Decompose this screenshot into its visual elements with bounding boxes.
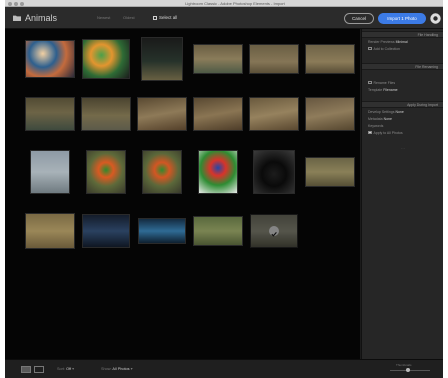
- checkmark-icon: [269, 226, 279, 237]
- photo-thumbnail[interactable]: [82, 39, 130, 79]
- template-row[interactable]: Template Filename: [368, 87, 398, 93]
- photo-cell[interactable]: [191, 92, 245, 136]
- show-control[interactable]: Show: All Photos ▾: [101, 366, 133, 373]
- panel-resize-handle[interactable]: ⋯: [398, 147, 408, 151]
- photo-cell[interactable]: [135, 209, 189, 253]
- photo-cell[interactable]: [247, 209, 301, 253]
- sort-newest-option[interactable]: Newest: [97, 13, 110, 23]
- add-to-collection-row[interactable]: Add to Collection: [368, 46, 400, 52]
- sort-control[interactable]: Sort: Off ▾: [57, 366, 74, 373]
- import-options-panel: File Handling Render Previews Minimal Ad…: [361, 29, 443, 359]
- photo-thumbnail[interactable]: [193, 97, 243, 131]
- photo-cell[interactable]: [303, 37, 357, 81]
- photo-thumbnail[interactable]: [25, 97, 75, 131]
- develop-settings-row[interactable]: Develop Settings None: [368, 109, 404, 115]
- photo-thumbnail[interactable]: [305, 97, 355, 131]
- slider-knob[interactable]: [406, 368, 411, 372]
- import-header: Animals Newest Oldest Select all Cancel …: [5, 7, 443, 29]
- photo-cell[interactable]: [135, 37, 189, 81]
- chevron-down-icon: ▾: [72, 367, 75, 371]
- folder-icon: [13, 15, 21, 21]
- file-renaming-section-header[interactable]: File Renaming: [362, 63, 443, 70]
- photo-thumbnail[interactable]: [82, 214, 130, 248]
- photo-cell[interactable]: [247, 37, 301, 81]
- photo-thumbnail[interactable]: [81, 97, 131, 131]
- photo-thumbnail[interactable]: [305, 157, 355, 187]
- photo-thumbnail[interactable]: [86, 150, 126, 194]
- photo-thumbnail[interactable]: [250, 214, 298, 248]
- photo-cell[interactable]: [23, 150, 77, 194]
- file-handling-section-header[interactable]: File Handling: [362, 31, 443, 38]
- photo-cell[interactable]: [191, 37, 245, 81]
- close-window-icon[interactable]: [8, 2, 12, 6]
- rename-files-row[interactable]: Rename Files: [368, 80, 395, 86]
- photo-thumbnail[interactable]: [25, 213, 75, 249]
- import-footer: Sort: Off ▾ Show: All Photos ▾ Thumbnail…: [5, 359, 443, 378]
- window-title: Lightroom Classic - Adobe Photoshop Elem…: [185, 1, 285, 6]
- apply-all-row[interactable]: Apply to All Photos: [368, 130, 403, 136]
- photo-cell[interactable]: [23, 92, 77, 136]
- select-all-label: Select all: [159, 15, 178, 20]
- metadata-row[interactable]: Metadata None: [368, 116, 392, 122]
- photo-grid: [5, 29, 360, 359]
- minimize-window-icon[interactable]: [14, 2, 18, 6]
- photo-thumbnail[interactable]: [305, 44, 355, 74]
- photo-cell[interactable]: [79, 92, 133, 136]
- photo-cell[interactable]: [247, 150, 301, 194]
- photo-cell[interactable]: [23, 37, 77, 81]
- title-bar: Lightroom Classic - Adobe Photoshop Elem…: [5, 0, 443, 7]
- photo-thumbnail[interactable]: [253, 150, 295, 194]
- photo-thumbnail[interactable]: [249, 97, 299, 131]
- photo-cell[interactable]: [23, 209, 77, 253]
- cancel-button[interactable]: Cancel: [344, 13, 374, 24]
- render-previews-row[interactable]: Render Previews Minimal: [368, 39, 408, 45]
- photo-thumbnail[interactable]: [30, 150, 70, 194]
- photo-thumbnail[interactable]: [137, 97, 187, 131]
- photo-thumbnail[interactable]: [138, 218, 186, 244]
- checkbox-icon: [368, 46, 372, 51]
- checkbox-icon: [368, 130, 372, 135]
- apply-during-import-section-header[interactable]: Apply During Import: [362, 101, 443, 108]
- photo-thumbnail[interactable]: [142, 150, 182, 194]
- checkbox-icon: [153, 15, 157, 20]
- thumbnails-label: Thumbnails: [396, 363, 412, 367]
- photo-thumbnail[interactable]: [198, 150, 238, 194]
- photo-thumbnail[interactable]: [25, 40, 75, 78]
- photo-thumbnail[interactable]: [249, 44, 299, 74]
- grid-view-icon[interactable]: [21, 366, 31, 373]
- keywords-row[interactable]: Keywords: [368, 123, 383, 129]
- zoom-window-icon[interactable]: [20, 2, 24, 6]
- photo-cell[interactable]: [247, 92, 301, 136]
- photo-cell[interactable]: [79, 37, 133, 81]
- import-button[interactable]: Import 1 Photo: [378, 13, 426, 24]
- import-window: Lightroom Classic - Adobe Photoshop Elem…: [5, 0, 443, 378]
- photo-cell[interactable]: [191, 209, 245, 253]
- photo-cell[interactable]: [135, 150, 189, 194]
- photo-cell[interactable]: [135, 92, 189, 136]
- thumbnail-size-slider[interactable]: [390, 368, 430, 372]
- photo-cell[interactable]: [303, 150, 357, 194]
- sort-oldest-option[interactable]: Oldest: [123, 13, 135, 23]
- checkbox-icon: [368, 80, 372, 85]
- photo-cell[interactable]: [303, 92, 357, 136]
- loupe-view-icon[interactable]: [34, 366, 44, 373]
- select-all-checkbox[interactable]: Select all: [153, 13, 177, 23]
- photo-cell[interactable]: [191, 150, 245, 194]
- photo-cell[interactable]: [79, 150, 133, 194]
- photo-thumbnail[interactable]: [193, 216, 243, 246]
- photo-thumbnail[interactable]: [141, 37, 183, 81]
- folder-title: Animals: [25, 13, 58, 23]
- photo-thumbnail[interactable]: [193, 44, 243, 74]
- chevron-down-icon: ▾: [130, 367, 133, 371]
- gear-icon[interactable]: [430, 13, 441, 24]
- photo-cell[interactable]: [79, 209, 133, 253]
